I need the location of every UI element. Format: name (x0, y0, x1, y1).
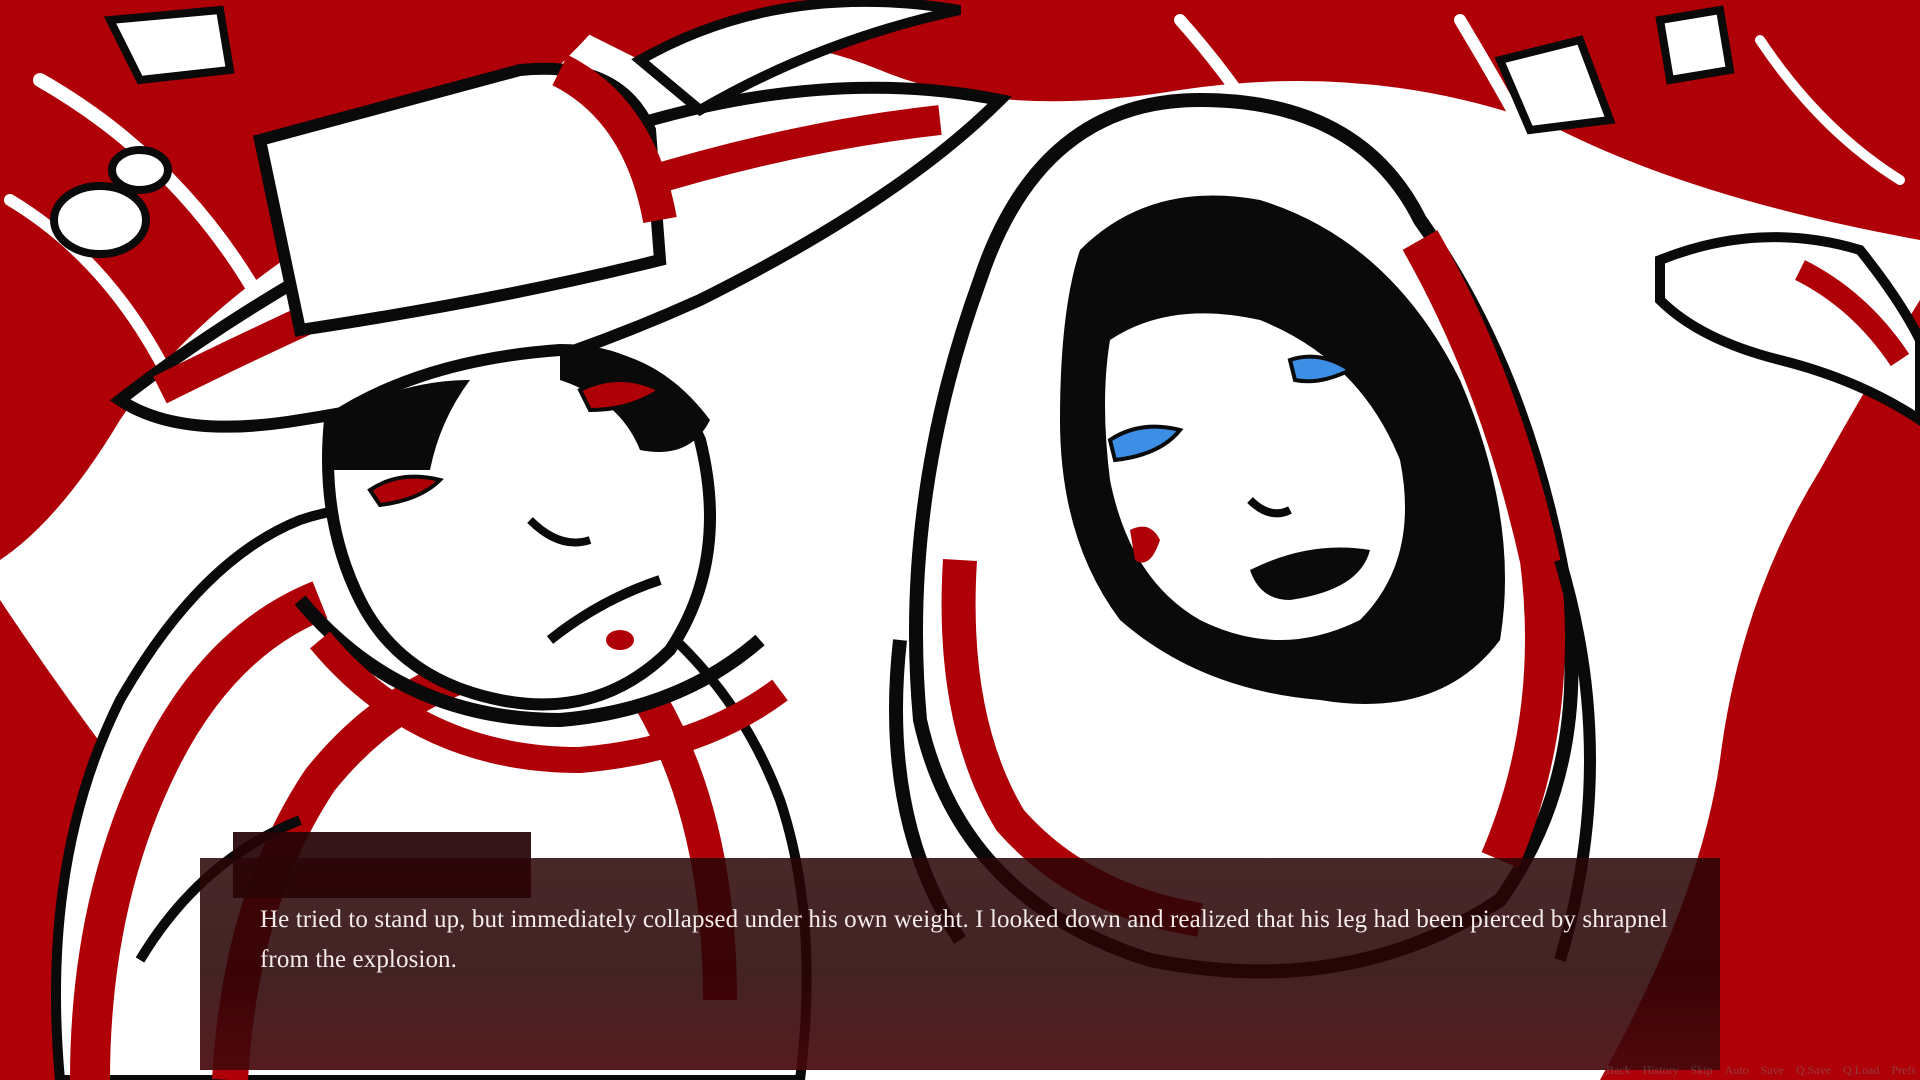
quick-menu-auto[interactable]: Auto (1725, 1063, 1749, 1078)
quick-menu-back[interactable]: Back (1606, 1063, 1631, 1078)
quick-menu-skip[interactable]: Skip (1691, 1063, 1713, 1078)
quick-menu-prefs[interactable]: Prefs (1891, 1063, 1916, 1078)
quick-menu-save[interactable]: Save (1761, 1063, 1784, 1078)
dialogue-text: He tried to stand up, but immediately co… (260, 906, 1668, 973)
dialogue-textbox[interactable]: He tried to stand up, but immediately co… (200, 858, 1720, 1070)
quick-menu-history[interactable]: History (1643, 1063, 1679, 1078)
quick-menu: Back History Skip Auto Save Q.Save Q.Loa… (1606, 1063, 1916, 1078)
quick-menu-qsave[interactable]: Q.Save (1796, 1063, 1831, 1078)
quick-menu-qload[interactable]: Q.Load (1843, 1063, 1879, 1078)
